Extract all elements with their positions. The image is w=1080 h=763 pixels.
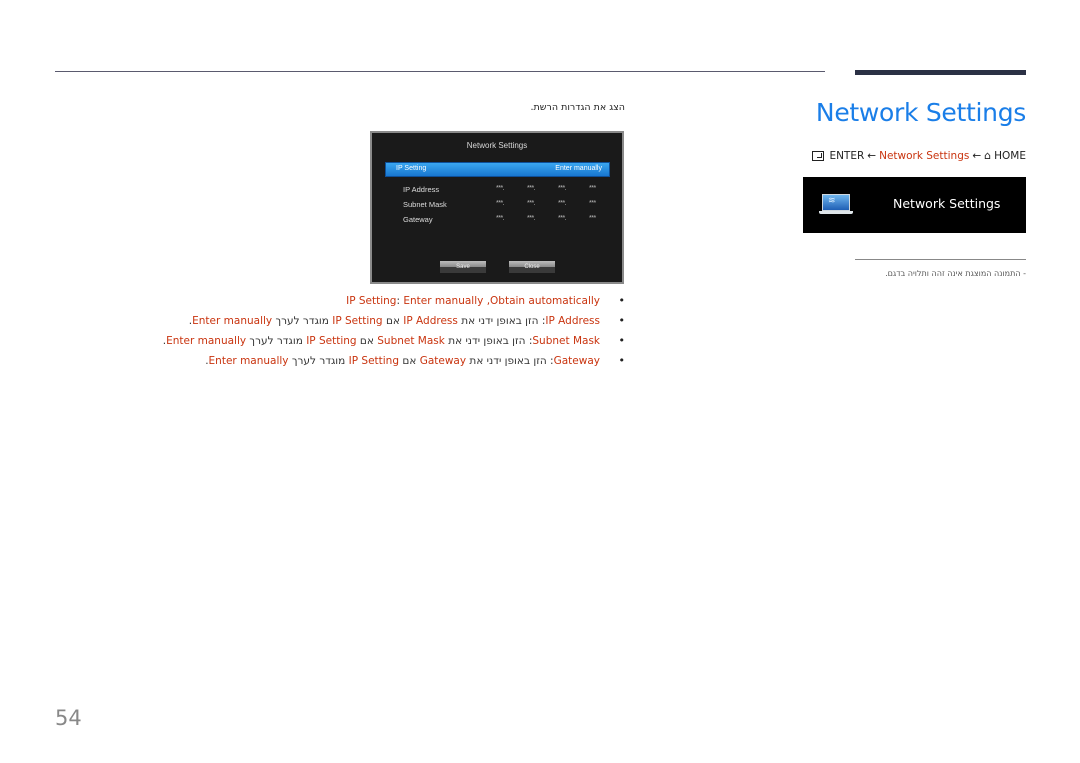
text: אם	[356, 335, 378, 347]
model-note: - התמונה המוצגת אינה זהה ותלויה בדגם.	[885, 269, 1026, 278]
octet: ***.	[558, 200, 567, 207]
settings-description-list: IP Setting: Enter manually ,Obtain autom…	[163, 293, 625, 373]
row-label: Gateway	[403, 215, 433, 224]
octet: ***.	[527, 200, 536, 207]
save-button[interactable]: Save	[440, 261, 486, 273]
intro-text: הצג את הגדרות הרשת.	[530, 102, 625, 113]
breadcrumb-arrow: ←	[867, 149, 877, 162]
ip-address-row[interactable]: IP Address ***. ***. ***. ***	[403, 185, 613, 194]
text: מוגדר לערך	[272, 315, 333, 327]
octet: ***	[589, 200, 596, 207]
header-rule	[55, 71, 825, 72]
term: Subnet Mask	[532, 335, 600, 347]
breadcrumb-enter: ENTER	[829, 149, 865, 162]
octet: ***.	[558, 185, 567, 192]
text: הזן באופן ידני את	[444, 335, 526, 347]
breadcrumb-network-settings: Network Settings	[879, 149, 970, 162]
home-icon: ⌂	[984, 149, 992, 162]
header-accent-bar	[855, 70, 1026, 75]
text: אם	[399, 355, 420, 367]
menu-preview-box: ≋ Network Settings	[803, 177, 1026, 233]
term: Subnet Mask	[377, 335, 445, 347]
octet: ***.	[527, 215, 536, 222]
text: הזן באופן ידני את	[466, 355, 547, 367]
subnet-mask-row[interactable]: Subnet Mask ***. ***. ***. ***	[403, 200, 613, 209]
list-item: Gateway: הזן באופן ידני את Gateway אם IP…	[163, 353, 625, 373]
close-button[interactable]: Close	[509, 261, 555, 273]
separator: :	[546, 355, 554, 367]
term: IP Setting	[332, 315, 383, 327]
tv-screen-title: Network Settings	[466, 141, 528, 150]
ip-setting-value: Enter manually	[555, 165, 602, 172]
text: מוגדר לערך	[288, 355, 349, 367]
breadcrumb-home: HOME	[994, 149, 1026, 162]
text: הזן באופן ידני את	[457, 315, 539, 327]
list-item: IP Address: הזן באופן ידני את IP Address…	[163, 313, 625, 333]
term: Gateway	[419, 355, 467, 367]
octet: ***.	[496, 200, 505, 207]
list-item: IP Setting: Enter manually ,Obtain autom…	[163, 293, 625, 313]
term: IP Setting	[346, 295, 397, 307]
breadcrumb: ENTER ← Network Settings ← ⌂ HOME	[812, 149, 1026, 162]
text: מוגדר לערך	[246, 335, 307, 347]
octet: ***	[589, 215, 596, 222]
gateway-row[interactable]: Gateway ***. ***. ***. ***	[403, 215, 613, 224]
row-label: IP Address	[403, 185, 440, 194]
note-divider	[855, 259, 1026, 260]
term: Enter manually	[166, 335, 247, 347]
list-item: Subnet Mask: הזן באופן ידני את Subnet Ma…	[163, 333, 625, 353]
octet: ***	[589, 185, 596, 192]
breadcrumb-arrow: ←	[972, 149, 982, 162]
term: IP Setting	[348, 355, 400, 367]
menu-preview-label: Network Settings	[893, 196, 1001, 211]
term: Gateway	[553, 355, 600, 367]
octet: ***.	[496, 185, 505, 192]
term: Enter manually	[208, 355, 289, 367]
laptop-wifi-icon: ≋	[819, 194, 853, 216]
ip-setting-row[interactable]: IP Setting Enter manually	[385, 162, 610, 177]
term: IP Address	[545, 315, 600, 327]
page-title: Network Settings	[815, 98, 1026, 127]
octet: ***.	[527, 185, 536, 192]
ip-setting-label: IP Setting	[396, 165, 427, 172]
tv-network-settings-screen: Network Settings IP Setting Enter manual…	[370, 131, 624, 284]
octet: ***.	[558, 215, 567, 222]
term: Enter manually	[192, 315, 273, 327]
page-number: 54	[55, 706, 82, 730]
enter-icon	[812, 150, 825, 161]
term: IP Setting	[306, 335, 357, 347]
octet: ***.	[496, 215, 505, 222]
options: Enter manually ,Obtain automatically	[403, 295, 600, 307]
row-label: Subnet Mask	[403, 200, 447, 209]
text: אם	[382, 315, 404, 327]
term: IP Address	[403, 315, 458, 327]
